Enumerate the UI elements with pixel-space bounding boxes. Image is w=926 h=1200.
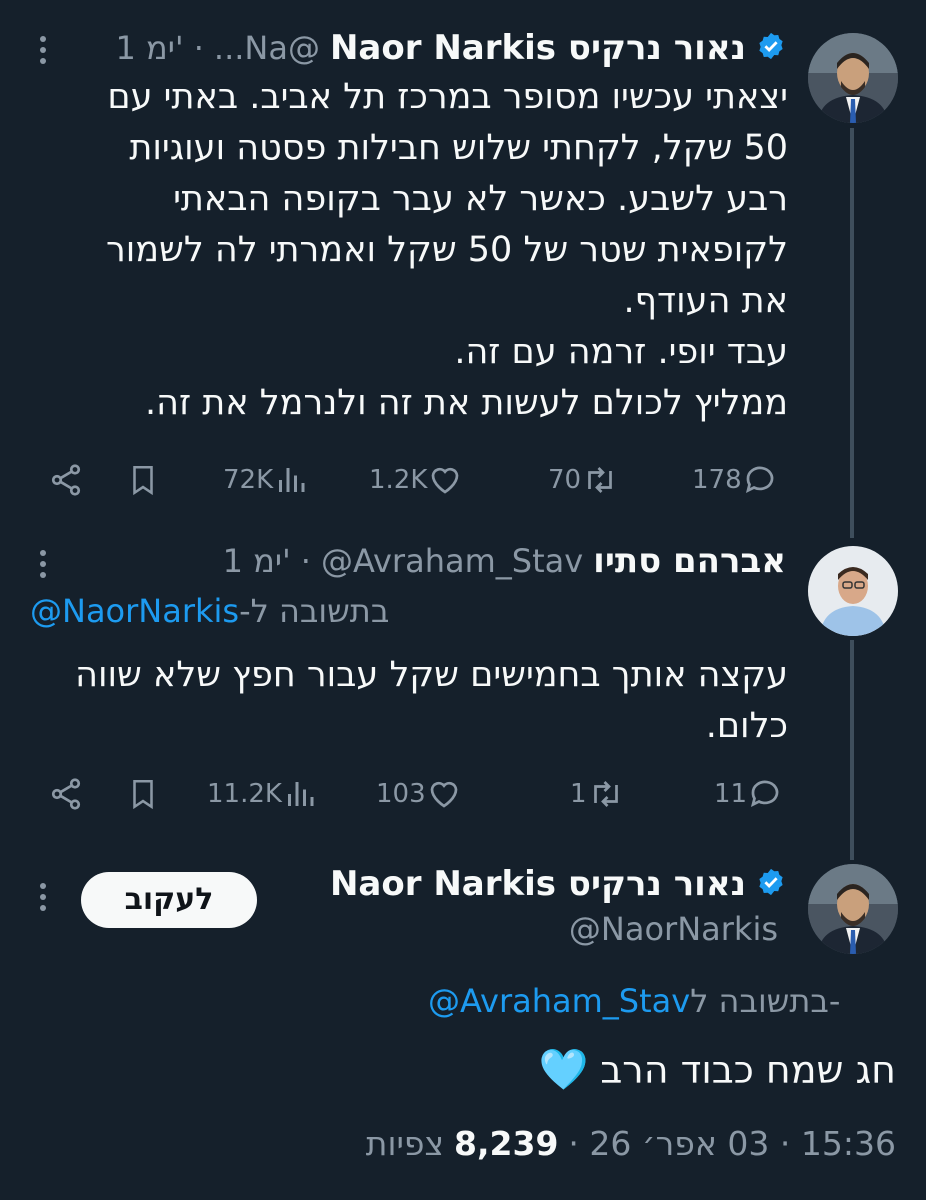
retweet-count: 70 — [548, 465, 582, 495]
tweet2-time[interactable]: 1 ימ' — [223, 542, 291, 580]
share-icon[interactable] — [48, 462, 84, 498]
reply-button[interactable]: 178 — [692, 462, 778, 498]
view-count[interactable]: 8,239 — [454, 1124, 558, 1163]
thread-line-2 — [850, 640, 854, 860]
like-count: 103 — [376, 779, 426, 809]
retweet-button[interactable]: 70 — [548, 462, 619, 498]
views-icon — [282, 776, 318, 812]
reply-icon — [747, 776, 783, 812]
bookmark-icon[interactable] — [126, 776, 160, 812]
tweet2-line: כלום. — [705, 706, 788, 746]
tweet1-line: 50 שקל, לקחתי שלוש חבילות פסטה ועוגיות — [129, 128, 788, 168]
avatar-avraham-stav[interactable] — [808, 546, 898, 636]
tweet1-line: עבד יופי. זרמה עם זה. — [454, 332, 788, 372]
tweet3-footer: צפיות 8,239 15:36 · 03 אפר׳ 26 · — [366, 1124, 896, 1163]
tweet1-line: לקופאית שטר של 50 שקל ואמרתי לה לשמור — [105, 230, 788, 270]
share-icon[interactable] — [48, 776, 84, 812]
like-count: 1.2K — [369, 465, 428, 495]
avatar-naor-narkis[interactable] — [808, 33, 898, 123]
reply-button[interactable]: 11 — [714, 776, 783, 812]
tweet1-line: ממליץ לכולם לעשות את זה ולנרמל את זה. — [145, 383, 788, 423]
reply-count: 11 — [714, 779, 748, 809]
thread-line-1 — [850, 128, 854, 538]
tweet1-text: יצאתי עכשיו מסופר במרכז תל אביב. באתי עם… — [8, 72, 788, 429]
verified-badge-icon — [756, 31, 786, 65]
tweet3-timestamp[interactable]: 15:36 · 03 אפר׳ 26 · — [568, 1124, 896, 1163]
tweet2-display-name[interactable]: אברהם סתיו — [593, 541, 786, 581]
like-icon — [426, 776, 462, 812]
more-icon[interactable] — [40, 883, 48, 916]
reply-count: 178 — [692, 465, 742, 495]
like-icon — [427, 462, 463, 498]
retweet-count: 1 — [570, 779, 587, 809]
tweet1-handle[interactable]: ...Na@ — [214, 29, 320, 67]
retweet-button[interactable]: 1 — [570, 776, 625, 812]
more-icon[interactable] — [40, 550, 48, 583]
like-button[interactable]: 1.2K — [369, 462, 463, 498]
more-icon[interactable] — [40, 36, 48, 69]
tweet1-line: את העודף. — [623, 281, 788, 321]
views-button[interactable]: 72K — [223, 462, 309, 498]
retweet-icon — [581, 462, 619, 498]
views-count: 11.2K — [207, 779, 282, 809]
views-button[interactable]: 11.2K — [207, 776, 318, 812]
tweet1-time[interactable]: 1 ימ' — [116, 29, 184, 67]
tweet3-reply-to-link[interactable]: @Avraham_Stav — [428, 982, 690, 1020]
views-label: צפיות — [365, 1124, 445, 1163]
views-count: 72K — [223, 465, 274, 495]
tweet3-display-name[interactable]: Naor Narkis נאור נרקיס — [330, 864, 746, 904]
tweet1-display-name[interactable]: Naor Narkis נאור נרקיס — [330, 28, 746, 68]
tweet2-header: 1 ימ' · @Avraham_Stav אברהם סתיו — [222, 541, 786, 581]
tweet1-line: רבע לשבע. כאשר לא עבר בקופה הבאתי — [173, 179, 788, 219]
tweet3-reply-context: @Avraham_Stavבתשובה ל- — [428, 982, 840, 1020]
tweet2-line: עקצה אותך בחמישים שקל עבור חפץ שלא שווה — [75, 655, 788, 695]
blue-heart-emoji: 🩵 — [538, 1047, 589, 1093]
tweet3-header: Naor Narkis נאור נרקיס — [330, 864, 786, 904]
tweet1-line: יצאתי עכשיו מסופר במרכז תל אביב. באתי עם — [107, 77, 788, 117]
bookmark-icon[interactable] — [126, 462, 160, 498]
tweet2-text: עקצה אותך בחמישים שקל עבור חפץ שלא שווה … — [8, 650, 788, 752]
like-button[interactable]: 103 — [376, 776, 462, 812]
retweet-icon — [587, 776, 625, 812]
tweet2-handle[interactable]: @Avraham_Stav — [321, 542, 583, 580]
tweet3-handle[interactable]: @NaorNarkis — [569, 910, 778, 948]
tweet2-reply-context: @NaorNarkisבתשובה ל- — [30, 592, 389, 630]
reply-icon — [742, 462, 778, 498]
tweet3-text: 🩵 חג שמח כבוד הרב — [539, 1046, 897, 1093]
tweet2-reply-to-link[interactable]: @NaorNarkis — [30, 592, 239, 630]
views-icon — [273, 462, 309, 498]
verified-badge-icon — [756, 867, 786, 901]
reply-prefix: בתשובה ל- — [239, 592, 390, 630]
avatar-naor-narkis[interactable] — [808, 864, 898, 954]
tweet1-header: 1 ימ' · ...Na@ Naor Narkis נאור נרקיס — [116, 28, 787, 68]
follow-button[interactable]: לעקוב — [81, 872, 257, 928]
reply-prefix: בתשובה ל- — [690, 982, 841, 1020]
tweet3-body: חג שמח כבוד הרב — [600, 1047, 896, 1092]
